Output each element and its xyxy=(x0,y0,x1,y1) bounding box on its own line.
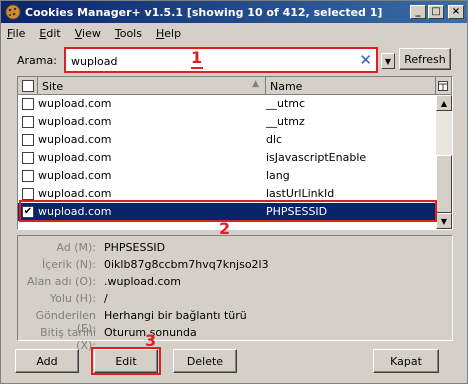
refresh-button[interactable]: Refresh xyxy=(399,48,451,70)
row-name: lastUrlLinkId xyxy=(266,187,335,200)
column-picker-icon[interactable] xyxy=(436,77,452,95)
close-dialog-button[interactable]: Kapat xyxy=(373,349,439,373)
menu-edit[interactable]: Edit xyxy=(39,27,60,40)
row-checkbox[interactable] xyxy=(22,134,34,146)
sort-icon: ▲ xyxy=(252,79,259,89)
list-header: Site ▲ Name xyxy=(18,77,452,95)
row-name: __utmc xyxy=(266,97,306,110)
detail-yolu-row: Yolu (H): / xyxy=(18,289,454,307)
row-checkbox[interactable] xyxy=(22,152,34,164)
detail-gonderilen-value: Herhangi bir bağlantı türü xyxy=(104,309,247,322)
search-field[interactable]: ✕ xyxy=(64,47,378,73)
detail-alan-row: Alan adı (O): .wupload.com xyxy=(18,272,454,290)
row-site: wupload.com xyxy=(38,133,112,146)
annotation-1: 1 xyxy=(191,48,203,67)
scroll-thumb[interactable] xyxy=(436,155,452,213)
detail-icerik-row: İçerik (N): 0iklb87g8ccbm7hvq7knjso2l3 xyxy=(18,255,454,273)
annotation-3-box xyxy=(91,347,161,375)
menu-tools[interactable]: Tools xyxy=(115,27,142,40)
maximize-button[interactable]: □ xyxy=(428,5,444,19)
detail-gonderilen-row: Gönderilen (E): Herhangi bir bağlantı tü… xyxy=(18,306,454,335)
column-site[interactable]: Site ▲ xyxy=(38,77,266,95)
row-site: wupload.com xyxy=(38,115,112,128)
menu-file[interactable]: File xyxy=(7,27,25,40)
list-item[interactable]: wupload.com dlc xyxy=(18,131,436,149)
column-name[interactable]: Name xyxy=(266,77,436,95)
detail-alan-label: Alan adı (O): xyxy=(26,275,96,288)
row-site: wupload.com xyxy=(38,151,112,164)
column-site-label: Site xyxy=(42,79,64,93)
row-checkbox[interactable] xyxy=(22,116,34,128)
row-checkbox[interactable] xyxy=(22,98,34,110)
row-site: wupload.com xyxy=(38,97,112,110)
detail-yolu-label: Yolu (H): xyxy=(49,292,96,305)
column-name-label: Name xyxy=(270,79,303,93)
clear-search-icon[interactable]: ✕ xyxy=(359,51,372,69)
menu-help[interactable]: Help xyxy=(156,27,181,40)
cookies-manager-window: Cookies Manager+ v1.5.1 [showing 10 of 4… xyxy=(0,0,468,384)
cookie-details-panel: Ad (M): PHPSESSID İçerik (N): 0iklb87g8c… xyxy=(17,235,454,352)
detail-alan-value: .wupload.com xyxy=(104,275,181,288)
row-name: lang xyxy=(266,169,290,182)
row-name: isJavascriptEnable xyxy=(266,151,367,164)
add-button[interactable]: Add xyxy=(15,349,79,373)
window-title: Cookies Manager+ v1.5.1 [showing 10 of 4… xyxy=(25,5,383,19)
search-input[interactable] xyxy=(68,52,352,70)
row-site: wupload.com xyxy=(38,187,112,200)
detail-icerik-value: 0iklb87g8ccbm7hvq7knjso2l3 xyxy=(104,258,269,271)
list-item[interactable]: wupload.com lang xyxy=(18,167,436,185)
detail-ad-value: PHPSESSID xyxy=(104,241,166,254)
list-item[interactable]: wupload.com __utmc xyxy=(18,95,436,113)
row-checkbox[interactable] xyxy=(22,170,34,182)
detail-ad-row: Ad (M): PHPSESSID xyxy=(18,238,454,256)
search-label: Arama: xyxy=(17,54,57,67)
search-dropdown-button[interactable]: ▼ xyxy=(381,53,395,69)
scroll-up-icon[interactable]: ▲ xyxy=(436,95,452,111)
search-row: Arama: ✕ ▼ Refresh xyxy=(1,43,467,77)
select-all-checkbox[interactable] xyxy=(22,80,34,92)
detail-icerik-label: İçerik (N): xyxy=(41,258,96,271)
minimize-button[interactable]: _ xyxy=(410,5,426,19)
list-item[interactable]: wupload.com __utmz xyxy=(18,113,436,131)
menu-view[interactable]: View xyxy=(75,27,101,40)
cookie-app-icon xyxy=(5,4,21,20)
row-name: __utmz xyxy=(266,115,305,128)
annotation-3: 3 xyxy=(145,331,157,350)
detail-ad-label: Ad (M): xyxy=(56,241,96,254)
detail-yolu-value: / xyxy=(104,292,108,305)
delete-button[interactable]: Delete xyxy=(173,349,237,373)
header-checkbox-cell xyxy=(18,77,38,95)
menu-bar: File Edit View Tools Help xyxy=(1,23,467,43)
row-checkbox[interactable] xyxy=(22,188,34,200)
title-bar: Cookies Manager+ v1.5.1 [showing 10 of 4… xyxy=(1,1,467,23)
detail-bitis-row: Bitiş tarihi (X): Oturum sonunda xyxy=(18,323,454,352)
close-button[interactable]: × xyxy=(448,5,464,19)
row-site: wupload.com xyxy=(38,169,112,182)
annotation-1-underline xyxy=(191,67,203,69)
scroll-down-icon[interactable]: ▼ xyxy=(436,213,452,229)
list-item[interactable]: wupload.com isJavascriptEnable xyxy=(18,149,436,167)
row-name: dlc xyxy=(266,133,283,146)
list-scrollbar[interactable]: ▲ ▼ xyxy=(436,95,452,229)
